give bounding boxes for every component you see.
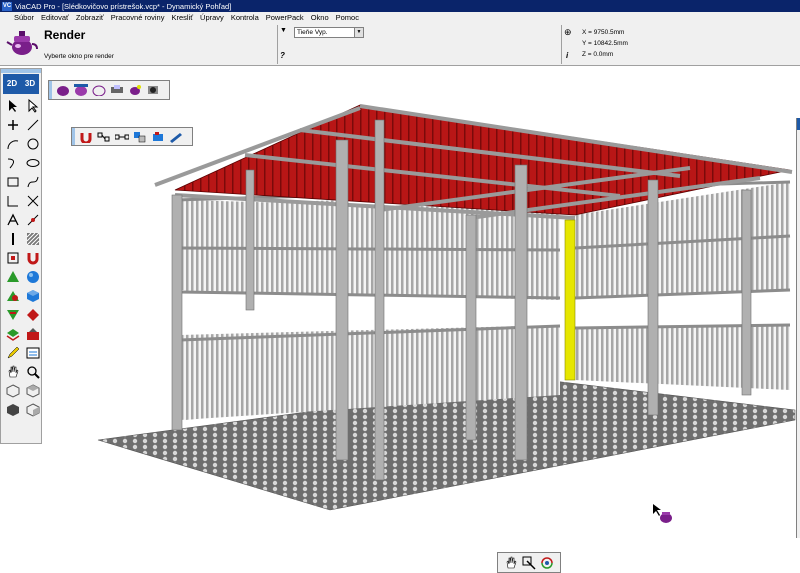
render-teapot-icon: [6, 31, 38, 55]
info-button[interactable]: i: [566, 51, 568, 60]
panel-divider-2: [561, 25, 562, 64]
right-wall-lower: [575, 325, 790, 390]
cube-icon[interactable]: [23, 287, 42, 305]
render-teapot-shaded-icon[interactable]: [72, 82, 90, 98]
menu-file[interactable]: Súbor: [14, 13, 34, 22]
menu-powerpack[interactable]: PowerPack: [266, 13, 304, 22]
view-right-icon[interactable]: [23, 401, 42, 419]
explode-icon[interactable]: [23, 325, 42, 343]
magnet-snap-icon[interactable]: [77, 129, 95, 145]
selected-post-highlight[interactable]: [564, 219, 576, 381]
modify-toolbar-grip[interactable]: [72, 128, 75, 145]
view-top-icon[interactable]: [23, 382, 42, 400]
connect-nodes-icon[interactable]: [113, 129, 131, 145]
corner-icon[interactable]: [3, 192, 22, 210]
view-navigation-toolbar: [497, 552, 561, 573]
select-point-icon[interactable]: [23, 97, 42, 115]
right-scroll-strip[interactable]: [796, 118, 800, 538]
coord-z: Z = 0.0mm: [582, 51, 614, 58]
render-cursor-icon: [653, 504, 672, 523]
menu-edit[interactable]: Editovať: [41, 13, 69, 22]
coord-x: X = 9750.5mm: [582, 29, 625, 36]
front-wall-lower: [185, 332, 345, 420]
pencil-icon[interactable]: [3, 344, 22, 362]
render-camera-icon[interactable]: [126, 82, 144, 98]
panel-prompt: Vyberte okno pre render: [44, 53, 114, 60]
point-icon[interactable]: [3, 116, 22, 134]
pyramid-icon[interactable]: [3, 268, 22, 286]
select-arrow-icon[interactable]: [3, 97, 22, 115]
view-iso-icon[interactable]: [3, 382, 22, 400]
bend-icon[interactable]: [3, 306, 22, 324]
pan-hand-icon[interactable]: [3, 363, 22, 381]
circle-icon[interactable]: [23, 135, 42, 153]
zoom-icon[interactable]: [23, 363, 42, 381]
left-palette-grip[interactable]: [1, 69, 41, 73]
mode-switch: 2D 3D: [3, 74, 39, 94]
menu-check[interactable]: Kontrola: [231, 13, 259, 22]
transform-icon[interactable]: [3, 249, 22, 267]
align-icon[interactable]: [95, 129, 113, 145]
panel-divider: [277, 25, 278, 64]
command-panel: Render Vyberte okno pre render ▼ ? Tieňe…: [0, 23, 800, 66]
tool-grid: [1, 95, 41, 421]
panel-title: Render: [44, 28, 86, 42]
pan-hand-icon[interactable]: [502, 554, 520, 572]
coord-y: Y = 10842.5mm: [582, 40, 628, 47]
app-logo-icon: VC: [2, 1, 12, 11]
dropdown-arrow-icon[interactable]: ▼: [354, 28, 363, 37]
window-title: ViaCAD Pro - [Slédkovičovo prístrešok.vc…: [15, 1, 232, 11]
left-tool-palette: 2D 3D: [0, 68, 42, 444]
shell-icon[interactable]: [23, 306, 42, 324]
rectangle-icon[interactable]: [3, 173, 22, 191]
menu-draw[interactable]: Kresliť: [171, 13, 193, 22]
help-button[interactable]: ?: [280, 51, 285, 60]
front-wall-upper: [185, 200, 345, 292]
magnet-icon[interactable]: [23, 249, 42, 267]
menu-workplanes[interactable]: Pracovné roviny: [111, 13, 165, 22]
shadow-dropdown-value: Tieňe Vyp.: [297, 29, 328, 36]
orbit-icon[interactable]: [538, 554, 556, 572]
mode-3d-button[interactable]: 3D: [21, 74, 39, 94]
dimension-icon[interactable]: [23, 211, 42, 229]
render-toolbar-grip[interactable]: [49, 81, 52, 99]
text-icon[interactable]: [3, 211, 22, 229]
ellipse-icon[interactable]: [23, 154, 42, 172]
spline-icon[interactable]: [23, 173, 42, 191]
boolean-icon[interactable]: [3, 287, 22, 305]
extrude-icon[interactable]: [167, 129, 185, 145]
menu-view[interactable]: Zobraziť: [76, 13, 104, 22]
view-front-icon[interactable]: [3, 401, 22, 419]
layer-icon[interactable]: [3, 325, 22, 343]
collapse-arrow-icon[interactable]: ▼: [280, 27, 287, 34]
render-teapot-icon[interactable]: [54, 82, 72, 98]
arc-icon[interactable]: [3, 135, 22, 153]
render-settings-icon[interactable]: [144, 82, 162, 98]
line-icon[interactable]: [23, 116, 42, 134]
group-icon[interactable]: [131, 129, 149, 145]
menu-bar: Súbor Editovať Zobraziť Pracovné roviny …: [0, 12, 800, 23]
shadow-dropdown[interactable]: Tieňe Vyp. ▼: [294, 27, 364, 38]
trim-icon[interactable]: [23, 192, 42, 210]
menu-window[interactable]: Okno: [311, 13, 329, 22]
mode-2d-button[interactable]: 2D: [3, 74, 21, 94]
menu-modify[interactable]: Úpravy: [200, 13, 224, 22]
render-lights-icon[interactable]: [108, 82, 126, 98]
explode-icon[interactable]: [149, 129, 167, 145]
render-toolbar: [48, 80, 170, 100]
zoom-window-icon[interactable]: [520, 554, 538, 572]
menu-help[interactable]: Pomoc: [336, 13, 359, 22]
modify-toolbar: [71, 127, 193, 146]
measure-icon[interactable]: [23, 344, 42, 362]
render-wire-icon[interactable]: [90, 82, 108, 98]
crosshair-icon[interactable]: ⊕: [564, 27, 572, 38]
sphere-icon[interactable]: [23, 268, 42, 286]
vertical-line-icon[interactable]: [3, 230, 22, 248]
curve-icon[interactable]: [3, 154, 22, 172]
hatch-icon[interactable]: [23, 230, 42, 248]
title-bar: VC ViaCAD Pro - [Slédkovičovo prístrešok…: [0, 0, 800, 12]
